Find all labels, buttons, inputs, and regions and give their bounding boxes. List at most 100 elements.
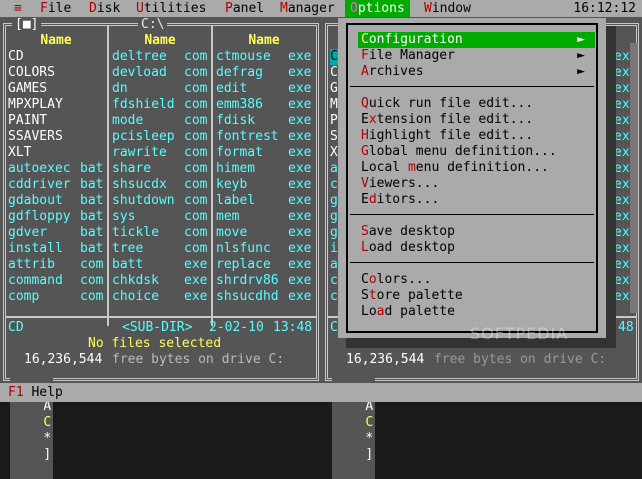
file-name[interactable]: CD [8, 49, 24, 65]
menu-item-colors[interactable]: Colors... [358, 272, 595, 288]
file-name[interactable]: M [330, 97, 338, 113]
file-extension: bat [80, 241, 104, 256]
file-name[interactable]: defrag [216, 65, 263, 81]
file-name[interactable]: tickle [112, 225, 159, 241]
menu-item-viewers[interactable]: Viewers... [358, 176, 595, 192]
file-name[interactable]: nlsfunc [216, 241, 271, 257]
file-name[interactable]: COLORS [8, 65, 55, 81]
menu-item-global-menu-definition[interactable]: Global menu definition... [358, 144, 595, 160]
menu-item-load-desktop[interactable]: Load desktop [358, 240, 595, 256]
file-name[interactable]: devload [112, 65, 167, 81]
drive-c-button[interactable]: C [43, 415, 51, 430]
file-name[interactable]: mode [112, 113, 143, 129]
menu-window[interactable]: Window [424, 0, 471, 17]
file-name[interactable]: keyb [216, 177, 247, 193]
file-name[interactable]: c [330, 177, 338, 193]
menu-item-highlight-file-edit[interactable]: Highlight file edit... [358, 128, 595, 144]
file-name[interactable]: shsucdhd [216, 289, 279, 305]
file-name[interactable]: g [330, 209, 338, 225]
file-name[interactable]: X [330, 145, 338, 161]
file-name[interactable]: dn [112, 81, 128, 97]
file-name[interactable]: install [8, 241, 63, 257]
file-name[interactable]: SSAVERS [8, 129, 63, 145]
file-name[interactable]: emm386 [216, 97, 263, 113]
file-name[interactable]: attrib [8, 257, 55, 273]
file-name[interactable]: shutdown [112, 193, 175, 209]
file-name[interactable]: edit [216, 81, 247, 97]
file-name[interactable]: C [330, 49, 338, 65]
file-name[interactable]: g [330, 225, 338, 241]
menu-item-file-manager[interactable]: File Manager ► [358, 48, 595, 64]
file-name[interactable]: himem [216, 161, 255, 177]
file-name[interactable]: label [216, 193, 255, 209]
menu-item-text: ave desktop [368, 224, 455, 239]
file-name[interactable]: fdshield [112, 97, 175, 113]
file-name[interactable]: format [216, 145, 263, 161]
menu-item-editors[interactable]: Editors... [358, 192, 595, 208]
menu-item-local-menu-definition[interactable]: Local menu definition... [358, 160, 595, 176]
file-name[interactable]: gdver [8, 225, 47, 241]
file-name[interactable]: replace [216, 257, 271, 273]
file-name[interactable]: XLT [8, 145, 31, 161]
file-name[interactable]: cddriver [8, 177, 71, 193]
file-name[interactable]: shsucdx [112, 177, 167, 193]
menu-item-configuration[interactable]: Configuration ► [358, 32, 595, 48]
menu-item-text: onfiguration [368, 32, 463, 47]
menu-manager[interactable]: Manager [280, 0, 335, 17]
file-name[interactable]: autoexec [8, 161, 71, 177]
file-name[interactable]: shrdrv86 [216, 273, 279, 289]
file-name[interactable]: ctmouse [216, 49, 271, 65]
drive-all-button[interactable]: * [43, 431, 51, 446]
file-name[interactable]: i [330, 241, 338, 257]
file-name[interactable]: mem [216, 209, 239, 225]
submenu-arrow-icon: ► [577, 64, 585, 79]
file-name[interactable]: g [330, 193, 338, 209]
file-name[interactable]: command [8, 273, 63, 289]
file-name[interactable]: c [330, 273, 338, 289]
left-file-panel[interactable]: [■] C:\ Name Name Name CD COLORS GAMES MPXP… [0, 17, 322, 479]
file-name[interactable]: comp [8, 289, 39, 305]
help-label[interactable]: Help [24, 385, 62, 400]
file-name[interactable]: c [330, 289, 338, 305]
file-name[interactable]: fontrest [216, 129, 279, 145]
file-name[interactable]: tree [112, 241, 143, 257]
file-name[interactable]: GAMES [8, 81, 47, 97]
file-name[interactable]: gdabout [8, 193, 63, 209]
menu-item-save-desktop[interactable]: Save desktop [358, 224, 595, 240]
panel-corner-button[interactable]: [■] [12, 17, 42, 33]
file-name[interactable]: pcisleep [112, 129, 175, 145]
scrollbar[interactable] [630, 43, 638, 313]
file-name[interactable]: MPXPLAY [8, 97, 63, 113]
file-name[interactable]: chkdsk [112, 273, 159, 289]
file-name[interactable]: deltree [112, 49, 167, 65]
menu-panel[interactable]: Panel [225, 0, 264, 17]
menu-item-store-palette[interactable]: Store palette [358, 288, 595, 304]
file-name[interactable]: C [330, 65, 338, 81]
file-name[interactable]: move [216, 225, 247, 241]
file-name[interactable]: choice [112, 289, 159, 305]
file-name[interactable]: S [330, 129, 338, 145]
file-name[interactable]: P [330, 113, 338, 129]
file-name[interactable]: PAINT [8, 113, 47, 129]
file-name[interactable]: share [112, 161, 151, 177]
drive-all-button[interactable]: * [365, 431, 373, 446]
file-name[interactable]: batt [112, 257, 143, 273]
menu-item-extension-file-edit[interactable]: Extension file edit... [358, 112, 595, 128]
menu-utilities[interactable]: Utilities [136, 0, 206, 17]
menu-file[interactable]: File [40, 0, 71, 17]
file-name[interactable]: gdfloppy [8, 209, 71, 225]
menu-item-quick-run-file-edit[interactable]: Quick run file edit... [358, 96, 595, 112]
menu-options[interactable]: Options [345, 0, 410, 17]
drive-c-button[interactable]: C [365, 415, 373, 430]
file-name[interactable]: G [330, 81, 338, 97]
file-name[interactable]: rawrite [112, 145, 167, 161]
file-name[interactable]: fdisk [216, 113, 255, 129]
f1-key[interactable]: F1 [0, 385, 24, 400]
file-name[interactable]: a [330, 161, 338, 177]
file-name[interactable]: a [330, 257, 338, 273]
file-name[interactable]: sys [112, 209, 135, 225]
menu-item-archives[interactable]: Archives ► [358, 64, 595, 80]
menu-item-load-palette[interactable]: Load palette [358, 304, 595, 320]
menu-disk[interactable]: Disk [89, 0, 120, 17]
system-menu-icon[interactable]: ≡ [14, 0, 22, 17]
